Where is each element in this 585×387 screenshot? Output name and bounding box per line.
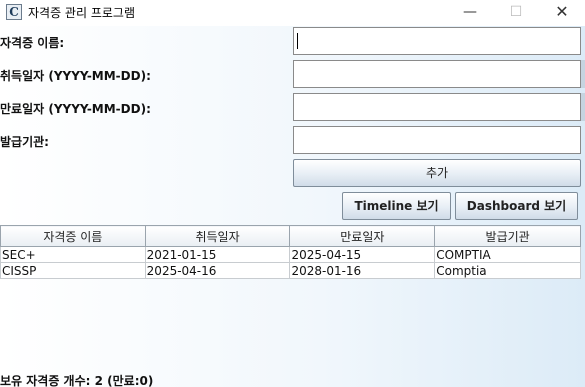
main-panel: 자격증 이름: 취득일자 (YYYY-MM-DD): 만료일자 (YYYY-MM… (0, 26, 585, 387)
expiry-date-input[interactable] (293, 93, 581, 121)
app-icon: C (6, 4, 22, 20)
field-edge (581, 60, 585, 88)
column-header-name[interactable]: 자격증 이름 (0, 225, 146, 247)
cell-expiry[interactable]: 2025-04-15 (289, 246, 436, 263)
text-caret (297, 33, 298, 49)
cell-issuer[interactable]: COMPTIA (434, 246, 581, 263)
title-bar: C 자격증 관리 프로그램 — ☐ ✕ (0, 0, 585, 26)
cell-acquired[interactable]: 2021-01-15 (144, 246, 291, 263)
status-text: 보유 자격증 개수: 2 (만료:0) (0, 374, 154, 387)
issuer-input[interactable] (293, 126, 581, 154)
add-button[interactable]: 추가 (293, 159, 581, 187)
field-edge (581, 93, 585, 121)
certificates-table[interactable]: 자격증 이름 취득일자 만료일자 발급기관 SEC+ 2021-01-15 20… (0, 225, 581, 279)
dashboard-button[interactable]: Dashboard 보기 (455, 192, 578, 220)
table-header-row: 자격증 이름 취득일자 만료일자 발급기관 (0, 225, 581, 247)
name-label: 자격증 이름: (0, 36, 65, 50)
cell-issuer[interactable]: Comptia (434, 262, 581, 279)
maximize-button[interactable]: ☐ (493, 0, 539, 26)
minimize-button[interactable]: — (447, 0, 493, 26)
window-title: 자격증 관리 프로그램 (28, 6, 135, 20)
name-input[interactable] (293, 27, 581, 55)
cell-expiry[interactable]: 2028-01-16 (289, 262, 436, 279)
expiry-date-label: 만료일자 (YYYY-MM-DD): (0, 102, 151, 116)
table-row[interactable]: CISSP 2025-04-16 2028-01-16 Comptia (0, 262, 581, 279)
cell-name[interactable]: CISSP (0, 262, 146, 279)
table-row[interactable]: SEC+ 2021-01-15 2025-04-15 COMPTIA (0, 246, 581, 263)
column-header-issuer[interactable]: 발급기관 (434, 225, 581, 247)
acquired-date-input[interactable] (293, 60, 581, 88)
acquired-date-label: 취득일자 (YYYY-MM-DD): (0, 69, 151, 83)
column-header-expiry[interactable]: 만료일자 (289, 225, 436, 247)
timeline-button[interactable]: Timeline 보기 (342, 192, 451, 220)
column-header-acquired[interactable]: 취득일자 (144, 225, 291, 247)
close-button[interactable]: ✕ (539, 0, 585, 26)
cell-acquired[interactable]: 2025-04-16 (144, 262, 291, 279)
cell-name[interactable]: SEC+ (0, 246, 146, 263)
issuer-label: 발급기관: (0, 135, 49, 149)
